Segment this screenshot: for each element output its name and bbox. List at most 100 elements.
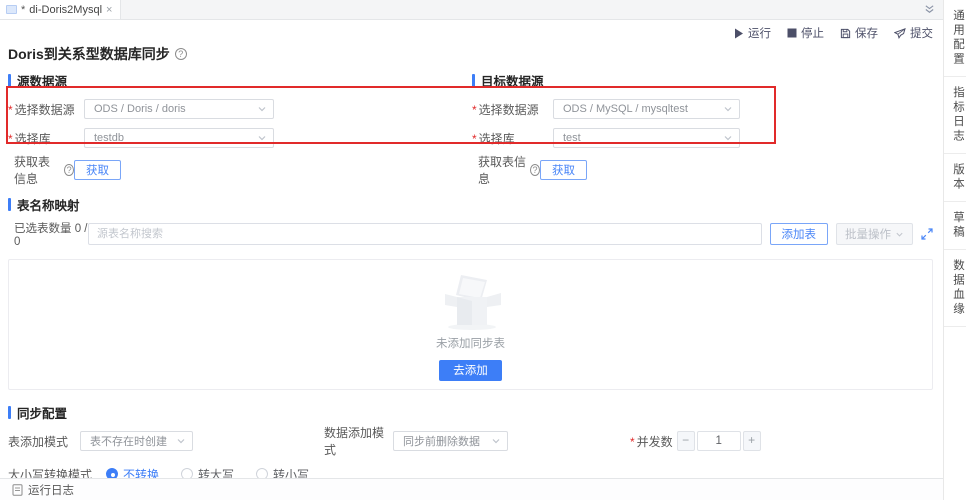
tab-label: di-Doris2Mysql [29,3,103,16]
target-datasource-row: * 选择数据源 ODS / MySQL / mysqltest [472,99,943,119]
app-window: * di-Doris2Mysql × 运行 停止 保存 提交 Doris到关系型… [0,0,966,500]
source-fetch-row: 获取表信息 ? 获取 [8,155,472,186]
document-icon [12,483,23,496]
target-section-header: 目标数据源 [472,72,943,89]
concurrency-label: 并发数 [636,434,673,449]
required-mark: * [630,434,635,449]
stop-button[interactable]: 停止 [787,25,824,41]
radio-no-convert[interactable]: 不转换 [106,466,159,478]
save-button[interactable]: 保存 [840,25,878,41]
section-accent-bar [472,73,475,87]
radio-icon [256,468,269,478]
paper-plane-icon [894,27,906,39]
sidebar-item-general-config[interactable]: 通用配置 [944,0,966,77]
case-mode-label: 大小写转换模式 [8,467,93,479]
required-mark: * [8,131,13,146]
selected-table-count: 已选表数量 0 / 0 [14,223,88,248]
radio-icon [181,468,194,478]
target-db-select[interactable]: test [553,128,740,148]
chevron-down-icon [492,439,500,444]
case-mode-row: 大小写转换模式 不转换 转大写 转小写 [8,464,943,478]
target-fetch-row: 获取表信息 ? 获取 [472,155,943,186]
play-icon [735,28,743,38]
case-mode-radio-group: 不转换 转大写 转小写 [106,466,309,478]
content-area: 运行 停止 保存 提交 Doris到关系型数据库同步 ? 源数据源 * 选择数据… [0,20,943,478]
chevron-down-icon [258,107,266,112]
target-fetch-button[interactable]: 获取 [540,160,587,180]
tab-bar: * di-Doris2Mysql × [0,0,943,20]
empty-box-illustration [444,274,501,330]
source-fetch-label: 获取表信息 [14,155,51,186]
fullscreen-expand-icon[interactable] [921,228,933,240]
source-section-header: 源数据源 [8,72,472,89]
section-accent-bar [8,405,11,419]
chevron-down-icon [258,136,266,141]
collapse-tabs-button[interactable] [916,0,943,19]
sidebar-item-data-lineage[interactable]: 数据血缘 [944,250,966,327]
tab-di-doris2mysql[interactable]: * di-Doris2Mysql × [0,0,122,19]
right-sidebar: 通用配置 指标日志 版本 草稿 数据血缘 [944,0,966,500]
chevron-double-down-icon [925,5,934,13]
radio-uppercase[interactable]: 转大写 [181,466,234,478]
source-datasource-row: * 选择数据源 ODS / Doris / doris [8,99,472,119]
source-db-label: 选择库 [14,131,51,146]
target-db-row: * 选择库 test [472,128,943,148]
help-icon[interactable]: ? [64,164,74,176]
concurrency-input[interactable] [696,431,741,451]
section-accent-bar [8,73,11,87]
save-icon [840,28,851,38]
stop-icon [787,28,797,38]
mapping-section-header: 表名称映射 [8,196,943,213]
data-add-mode-select[interactable]: 同步前删除数据 [393,431,508,451]
table-search-input[interactable] [88,223,762,245]
page-title: Doris到关系型数据库同步 ? [8,44,943,64]
unsaved-marker: * [21,3,26,16]
help-icon[interactable]: ? [174,48,187,60]
required-mark: * [472,102,477,117]
source-datasource-label: 选择数据源 [14,102,75,117]
radio-lowercase[interactable]: 转小写 [256,466,309,478]
source-db-row: * 选择库 testdb [8,128,472,148]
go-add-button[interactable]: 去添加 [439,359,502,381]
table-add-mode-select[interactable]: 表不存在时创建 [80,431,193,451]
run-log-bar[interactable]: 运行日志 [0,478,943,500]
tab-close-icon[interactable]: × [106,4,112,16]
sync-config-section-header: 同步配置 [8,404,943,421]
sidebar-item-version[interactable]: 版本 [944,154,966,202]
chevron-down-icon [724,136,732,141]
batch-operation-button[interactable]: 批量操作 [836,223,913,245]
chevron-down-icon [896,232,903,237]
datasource-columns: 源数据源 * 选择数据源 ODS / Doris / doris * 选择库 tes… [8,72,943,186]
empty-state-text: 未添加同步表 [436,337,505,350]
sync-mode-row: 表添加模式 表不存在时创建 数据添加模式 同步前删除数据 *并发数 − + [8,426,943,457]
mapping-toolbar: 已选表数量 0 / 0 添加表 批量操作 [8,223,943,248]
sidebar-item-metrics-log[interactable]: 指标日志 [944,77,966,154]
source-panel: 源数据源 * 选择数据源 ODS / Doris / doris * 选择库 tes… [8,72,472,186]
target-fetch-label: 获取表信息 [478,155,527,186]
target-datasource-select[interactable]: ODS / MySQL / mysqltest [553,99,740,119]
source-db-select[interactable]: testdb [84,128,274,148]
table-add-mode-label: 表添加模式 [8,434,69,449]
table-mapping-panel: 未添加同步表 去添加 [8,259,933,390]
action-toolbar: 运行 停止 保存 提交 [8,20,943,42]
source-datasource-select[interactable]: ODS / Doris / doris [84,99,274,119]
task-type-icon [6,5,17,14]
data-add-mode-label: 数据添加模式 [324,426,385,457]
concurrency-stepper: − + [676,431,761,451]
help-icon[interactable]: ? [530,164,540,176]
target-panel: 目标数据源 * 选择数据源 ODS / MySQL / mysqltest * 选择… [472,72,943,186]
required-mark: * [8,102,13,117]
add-table-button[interactable]: 添加表 [769,223,828,245]
required-mark: * [472,131,477,146]
stepper-decrease-button[interactable]: − [676,431,695,451]
run-button[interactable]: 运行 [734,25,771,41]
run-log-label: 运行日志 [28,484,74,497]
source-fetch-button[interactable]: 获取 [74,160,121,180]
target-db-label: 选择库 [478,131,515,146]
chevron-down-icon [724,107,732,112]
chevron-down-icon [177,439,185,444]
sidebar-item-draft[interactable]: 草稿 [944,202,966,250]
submit-button[interactable]: 提交 [894,25,933,41]
main-area: * di-Doris2Mysql × 运行 停止 保存 提交 Doris到关系型… [0,0,944,500]
stepper-increase-button[interactable]: + [742,431,761,451]
